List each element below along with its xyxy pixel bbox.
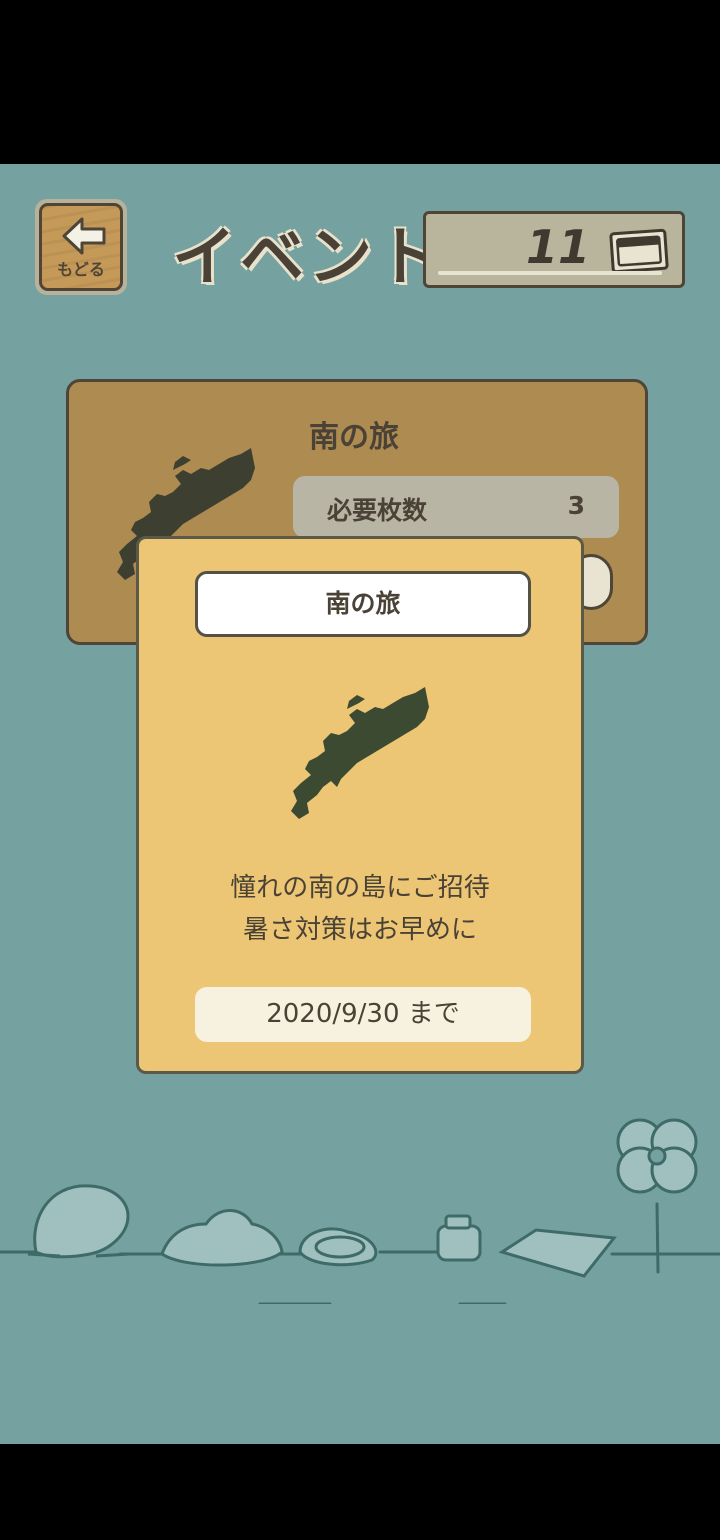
- ticket-icon: [609, 228, 669, 274]
- back-label: もどる: [57, 260, 105, 279]
- back-button[interactable]: もどる: [35, 199, 127, 295]
- popup-title: 南の旅: [195, 571, 531, 637]
- arrow-left-icon: [62, 217, 106, 255]
- ticket-counter: 11: [423, 211, 685, 288]
- page-title: イベント: [172, 221, 444, 295]
- navigation-bar-area: [0, 1444, 720, 1540]
- popup-description-line2: 暑さ対策はお早めに: [242, 915, 477, 945]
- game-screen: もどる イベント 11 南の旅 必要枚数 3 南の旅 憧れの南の島にご招待 暑さ…: [0, 164, 720, 1444]
- island-silhouette-icon: [291, 687, 429, 819]
- event-deadline: 2020/9/30 まで: [195, 987, 531, 1042]
- ground-scenery: [0, 1118, 720, 1304]
- event-card-title: 南の旅: [309, 420, 399, 455]
- popup-description-line1: 憧れの南の島にご招待: [230, 873, 490, 903]
- required-tickets-box: 必要枚数 3: [293, 476, 619, 538]
- status-bar-area: [0, 0, 720, 164]
- back-button-face[interactable]: もどる: [39, 203, 123, 291]
- ticket-count: 11: [525, 220, 590, 274]
- required-tickets-label: 必要枚数: [327, 496, 428, 525]
- popup-description: 憧れの南の島にご招待 暑さ対策はお早めに: [139, 867, 581, 951]
- event-detail-popup[interactable]: 南の旅 憧れの南の島にご招待 暑さ対策はお早めに 2020/9/30 まで: [136, 536, 584, 1074]
- required-tickets-value: 3: [567, 491, 585, 520]
